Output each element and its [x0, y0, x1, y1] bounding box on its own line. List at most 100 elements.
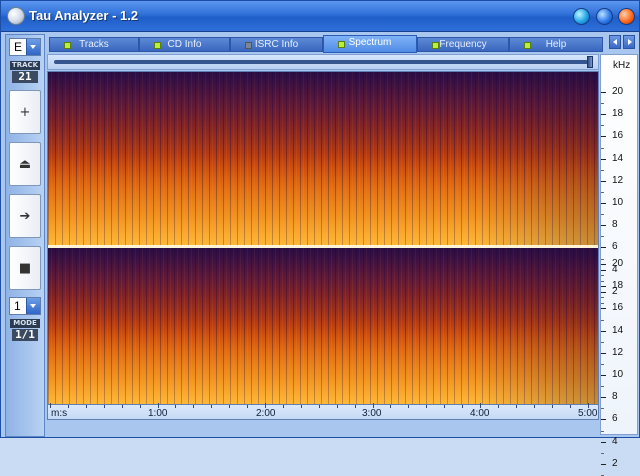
frequency-minor-tick: [601, 275, 604, 277]
frequency-tick: [601, 203, 606, 204]
frequency-tick: [601, 247, 606, 249]
tab-label: Frequency: [439, 39, 487, 50]
frequency-tick: [601, 419, 606, 421]
frequency-minor-tick: [601, 169, 604, 171]
time-tick: [337, 405, 338, 408]
frequency-tick: [601, 352, 606, 354]
time-tick: [516, 405, 517, 408]
frequency-label: 20: [612, 258, 624, 269]
left-control-panel: E TRACK 21 + ⏏ ➔ ■ 1 MODE 1/1: [5, 34, 45, 437]
frequency-label: 10: [612, 369, 624, 380]
stop-button[interactable]: ■: [9, 246, 41, 290]
tab-label: Tracks: [79, 39, 109, 50]
time-tick: [462, 405, 463, 408]
frequency-tick: [601, 158, 606, 160]
spectrum-view[interactable]: m:s 1:00 2:00 3:00 4:00 5:00: [47, 71, 599, 420]
tab-label: Spectrum: [348, 37, 392, 48]
frequency-tick: [601, 225, 606, 227]
frequency-tick: [601, 291, 606, 293]
drive-select[interactable]: E: [9, 38, 41, 56]
time-tick: [247, 405, 248, 408]
frequency-tick: [601, 114, 606, 116]
frequency-minor-tick: [601, 191, 604, 193]
spectrogram-channel-bottom: [48, 248, 598, 404]
frequency-label: 16: [612, 302, 624, 314]
tab-scroll-right-button[interactable]: [623, 35, 635, 49]
mode-label: MODE: [10, 319, 40, 328]
frequency-minor-tick: [601, 297, 604, 299]
frequency-label: 14: [612, 152, 624, 164]
chevron-down-icon[interactable]: [26, 298, 40, 314]
frequency-label: 12: [612, 346, 624, 358]
time-tick: [570, 405, 571, 408]
chevron-down-icon[interactable]: [26, 39, 40, 55]
frequency-minor-tick: [601, 280, 604, 282]
frequency-label: 18: [612, 280, 624, 292]
frequency-label: 12: [612, 174, 624, 186]
time-ruler: m:s 1:00 2:00 3:00 4:00 5:00: [48, 403, 598, 419]
mode-select[interactable]: 1: [9, 297, 41, 315]
frequency-tick: [601, 269, 606, 271]
tab-frequency[interactable]: Frequency: [417, 37, 509, 52]
frequency-tick: [601, 397, 606, 399]
horizontal-scrollbar[interactable]: [47, 54, 599, 70]
plus-icon: +: [19, 104, 31, 120]
maximize-button[interactable]: [596, 8, 613, 25]
eject-button[interactable]: ⏏: [9, 142, 41, 186]
tab-help[interactable]: Help: [509, 37, 603, 52]
time-tick: [480, 403, 481, 408]
scroll-thumb[interactable]: [587, 56, 593, 68]
frequency-minor-tick: [601, 386, 604, 388]
frequency-tick: [601, 180, 606, 182]
window-title: Tau Analyzer - 1.2: [29, 8, 139, 23]
frequency-tick: [601, 308, 606, 310]
mode-value: 1/1: [12, 329, 38, 341]
tab-spectrum[interactable]: Spectrum: [323, 35, 417, 53]
time-tick: [229, 405, 230, 408]
frequency-label: 6: [612, 241, 618, 253]
tab-scroll-left-button[interactable]: [609, 35, 621, 49]
tab-tracks[interactable]: Tracks: [49, 37, 139, 52]
frequency-minor-tick: [601, 363, 604, 365]
time-tick: [444, 405, 445, 408]
title-bar[interactable]: Tau Analyzer - 1.2: [1, 1, 639, 32]
time-tick: [498, 405, 499, 408]
frequency-label: 10: [612, 197, 624, 208]
frequency-tick: [601, 286, 606, 288]
scroll-track[interactable]: [54, 60, 588, 64]
time-label: 2:00: [256, 408, 276, 419]
time-tick: [301, 405, 302, 408]
frequency-label: 8: [612, 391, 618, 403]
frequency-axis: kHz 20 18 16 14 12 10 8 6 4 2 20 18 16 14 12 10 8 6 4 2: [600, 54, 638, 476]
stop-icon: ■: [18, 260, 32, 276]
frequency-minor-tick: [601, 341, 604, 343]
tab-bar: Tracks CD Info ISRC Info Spectrum Freque…: [47, 35, 605, 53]
time-label: 5:00: [578, 408, 598, 419]
frequency-minor-tick: [601, 452, 604, 454]
tab-isrc-info[interactable]: ISRC Info: [230, 37, 323, 52]
minimize-button[interactable]: [573, 8, 590, 25]
track-label: TRACK: [10, 61, 40, 70]
time-tick: [50, 403, 51, 408]
frequency-minor-tick: [601, 258, 604, 260]
time-tick: [175, 405, 176, 408]
frequency-minor-tick: [601, 236, 604, 238]
frequency-minor-tick: [601, 147, 604, 149]
frequency-tick: [601, 330, 606, 332]
time-tick: [534, 405, 535, 408]
frequency-tick: [601, 441, 606, 443]
play-button[interactable]: ➔: [9, 194, 41, 238]
time-tick: [211, 405, 212, 408]
app-window: Tau Analyzer - 1.2 E TRACK 21 + ⏏ ➔ ■ 1 …: [0, 0, 640, 476]
close-button[interactable]: [618, 8, 635, 25]
frequency-label: 6: [612, 413, 618, 425]
add-button[interactable]: +: [9, 90, 41, 134]
frequency-minor-tick: [601, 430, 604, 432]
time-tick: [86, 405, 87, 408]
time-tick: [319, 405, 320, 408]
time-tick: [122, 405, 123, 408]
frequency-label: 18: [612, 108, 624, 120]
tab-cd-info[interactable]: CD Info: [139, 37, 230, 52]
tab-label: Help: [545, 39, 567, 50]
time-label: 4:00: [470, 408, 490, 419]
